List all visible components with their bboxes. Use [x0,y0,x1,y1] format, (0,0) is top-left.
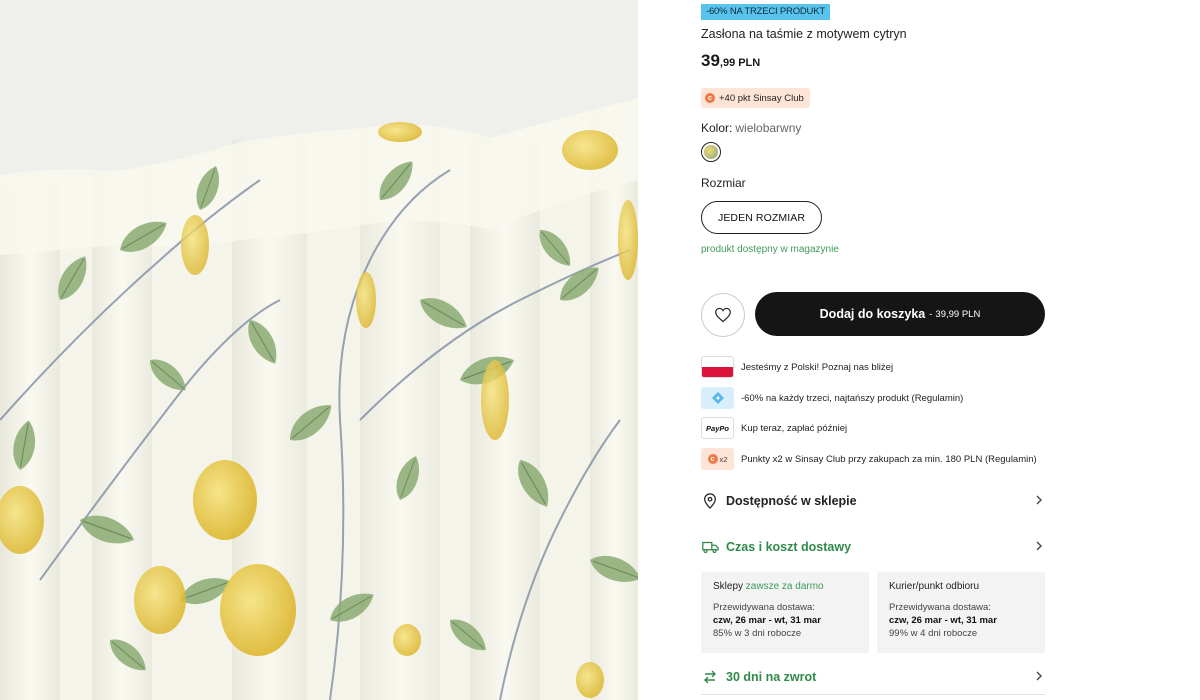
store-availability-label: Dostępność w sklepie [726,494,857,508]
coin-icon: c [707,454,718,464]
delivery-option-title: Sklepy [713,581,744,592]
benefit-text: Jesteśmy z Polski! Poznaj nas bliżej [741,361,894,373]
add-to-cart-separator: - [929,308,933,320]
delivery-accordion[interactable]: Czas i koszt dostawy [701,537,1045,557]
benefit-polish-brand[interactable]: Jesteśmy z Polski! Poznaj nas bliżej [701,356,893,378]
expected-delivery-dates: czw, 26 mar - wt, 31 mar [713,615,821,626]
delivery-option-title: Kurier/punkt odbioru [889,581,980,592]
benefit-paypo[interactable]: PayPo Kup teraz, zapłać później [701,417,847,439]
paypo-logo: PayPo [701,417,734,439]
club-points-text: +40 pkt Sinsay Club [719,92,804,104]
size-label: Rozmiar [701,176,746,190]
delivery-option-free: zawsze za darmo [745,581,824,592]
add-to-cart-label: Dodaj do koszyka [819,307,926,321]
color-value: wielobarwny [735,121,802,135]
promo-badge: -60% NA TRZECI PRODUKT [701,4,830,20]
club-points-badge: c +40 pkt Sinsay Club [701,88,810,108]
points-x2-text: x2 [719,454,728,464]
chevron-right-icon [1036,671,1042,681]
expected-delivery-label: Przewidywana dostawa: [889,602,991,613]
benefit-promo[interactable]: -60% na każdy trzeci, najtańszy produkt … [701,387,963,409]
return-arrows-icon [701,668,719,686]
returns-accordion[interactable]: 30 dni na zwrot [701,667,1045,687]
benefit-text: -60% na każdy trzeci, najtańszy produkt … [741,392,964,404]
add-to-cart-price: 39,99 PLN [935,308,981,320]
size-option-one-size[interactable]: JEDEN ROZMIAR [701,201,822,234]
location-pin-icon [701,492,719,510]
returns-label: 30 dni na zwrot [726,670,817,684]
color-label: Kolor: [701,121,733,135]
expected-delivery-dates: czw, 26 mar - wt, 31 mar [889,615,997,626]
store-availability-accordion[interactable]: Dostępność w sklepie [701,491,1045,511]
add-to-cart-button[interactable]: Dodaj do koszyka -39,99 PLN [755,292,1045,336]
product-title: Zasłona na taśmie z motywem cytryn [701,27,907,41]
chevron-right-icon [1036,541,1042,551]
benefit-text: Punkty x2 w Sinsay Club przy zakupach za… [741,453,1037,465]
price-currency: PLN [738,57,761,69]
color-swatch-multicolor[interactable] [701,142,721,162]
promo-tag-icon [701,387,734,409]
price-integer: 39 [701,51,720,70]
delivery-stat: 85% w 3 dni robocze [713,628,802,639]
stock-status: produkt dostępny w magazynie [701,244,839,255]
delivery-truck-icon [701,538,719,556]
wishlist-button[interactable] [701,293,745,337]
divider [701,694,1045,695]
coin-icon: c [705,93,715,103]
points-x2-icon: c x2 [701,448,734,470]
product-image[interactable] [0,0,638,700]
product-info-panel: -60% NA TRZECI PRODUKT Zasłona na taśmie… [701,0,1045,700]
delivery-label: Czas i koszt dostawy [726,540,852,554]
poland-flag-icon [701,356,734,378]
expected-delivery-label: Przewidywana dostawa: [713,602,815,613]
price-decimal: ,99 [719,57,736,69]
delivery-stat: 99% w 4 dni robocze [889,628,978,639]
color-selector-label: Kolor: wielobarwny [701,121,801,135]
delivery-option-courier: Kurier/punkt odbioru Przewidywana dostaw… [877,572,1045,653]
product-price: 39,99 PLN [701,51,760,71]
benefit-text: Kup teraz, zapłać później [741,422,848,434]
delivery-option-stores: Sklepy zawsze za darmo Przewidywana dost… [701,572,869,653]
benefit-points-x2[interactable]: c x2 Punkty x2 w Sinsay Club przy zakupac… [701,448,1037,470]
chevron-right-icon [1036,495,1042,505]
heart-icon [715,307,731,323]
